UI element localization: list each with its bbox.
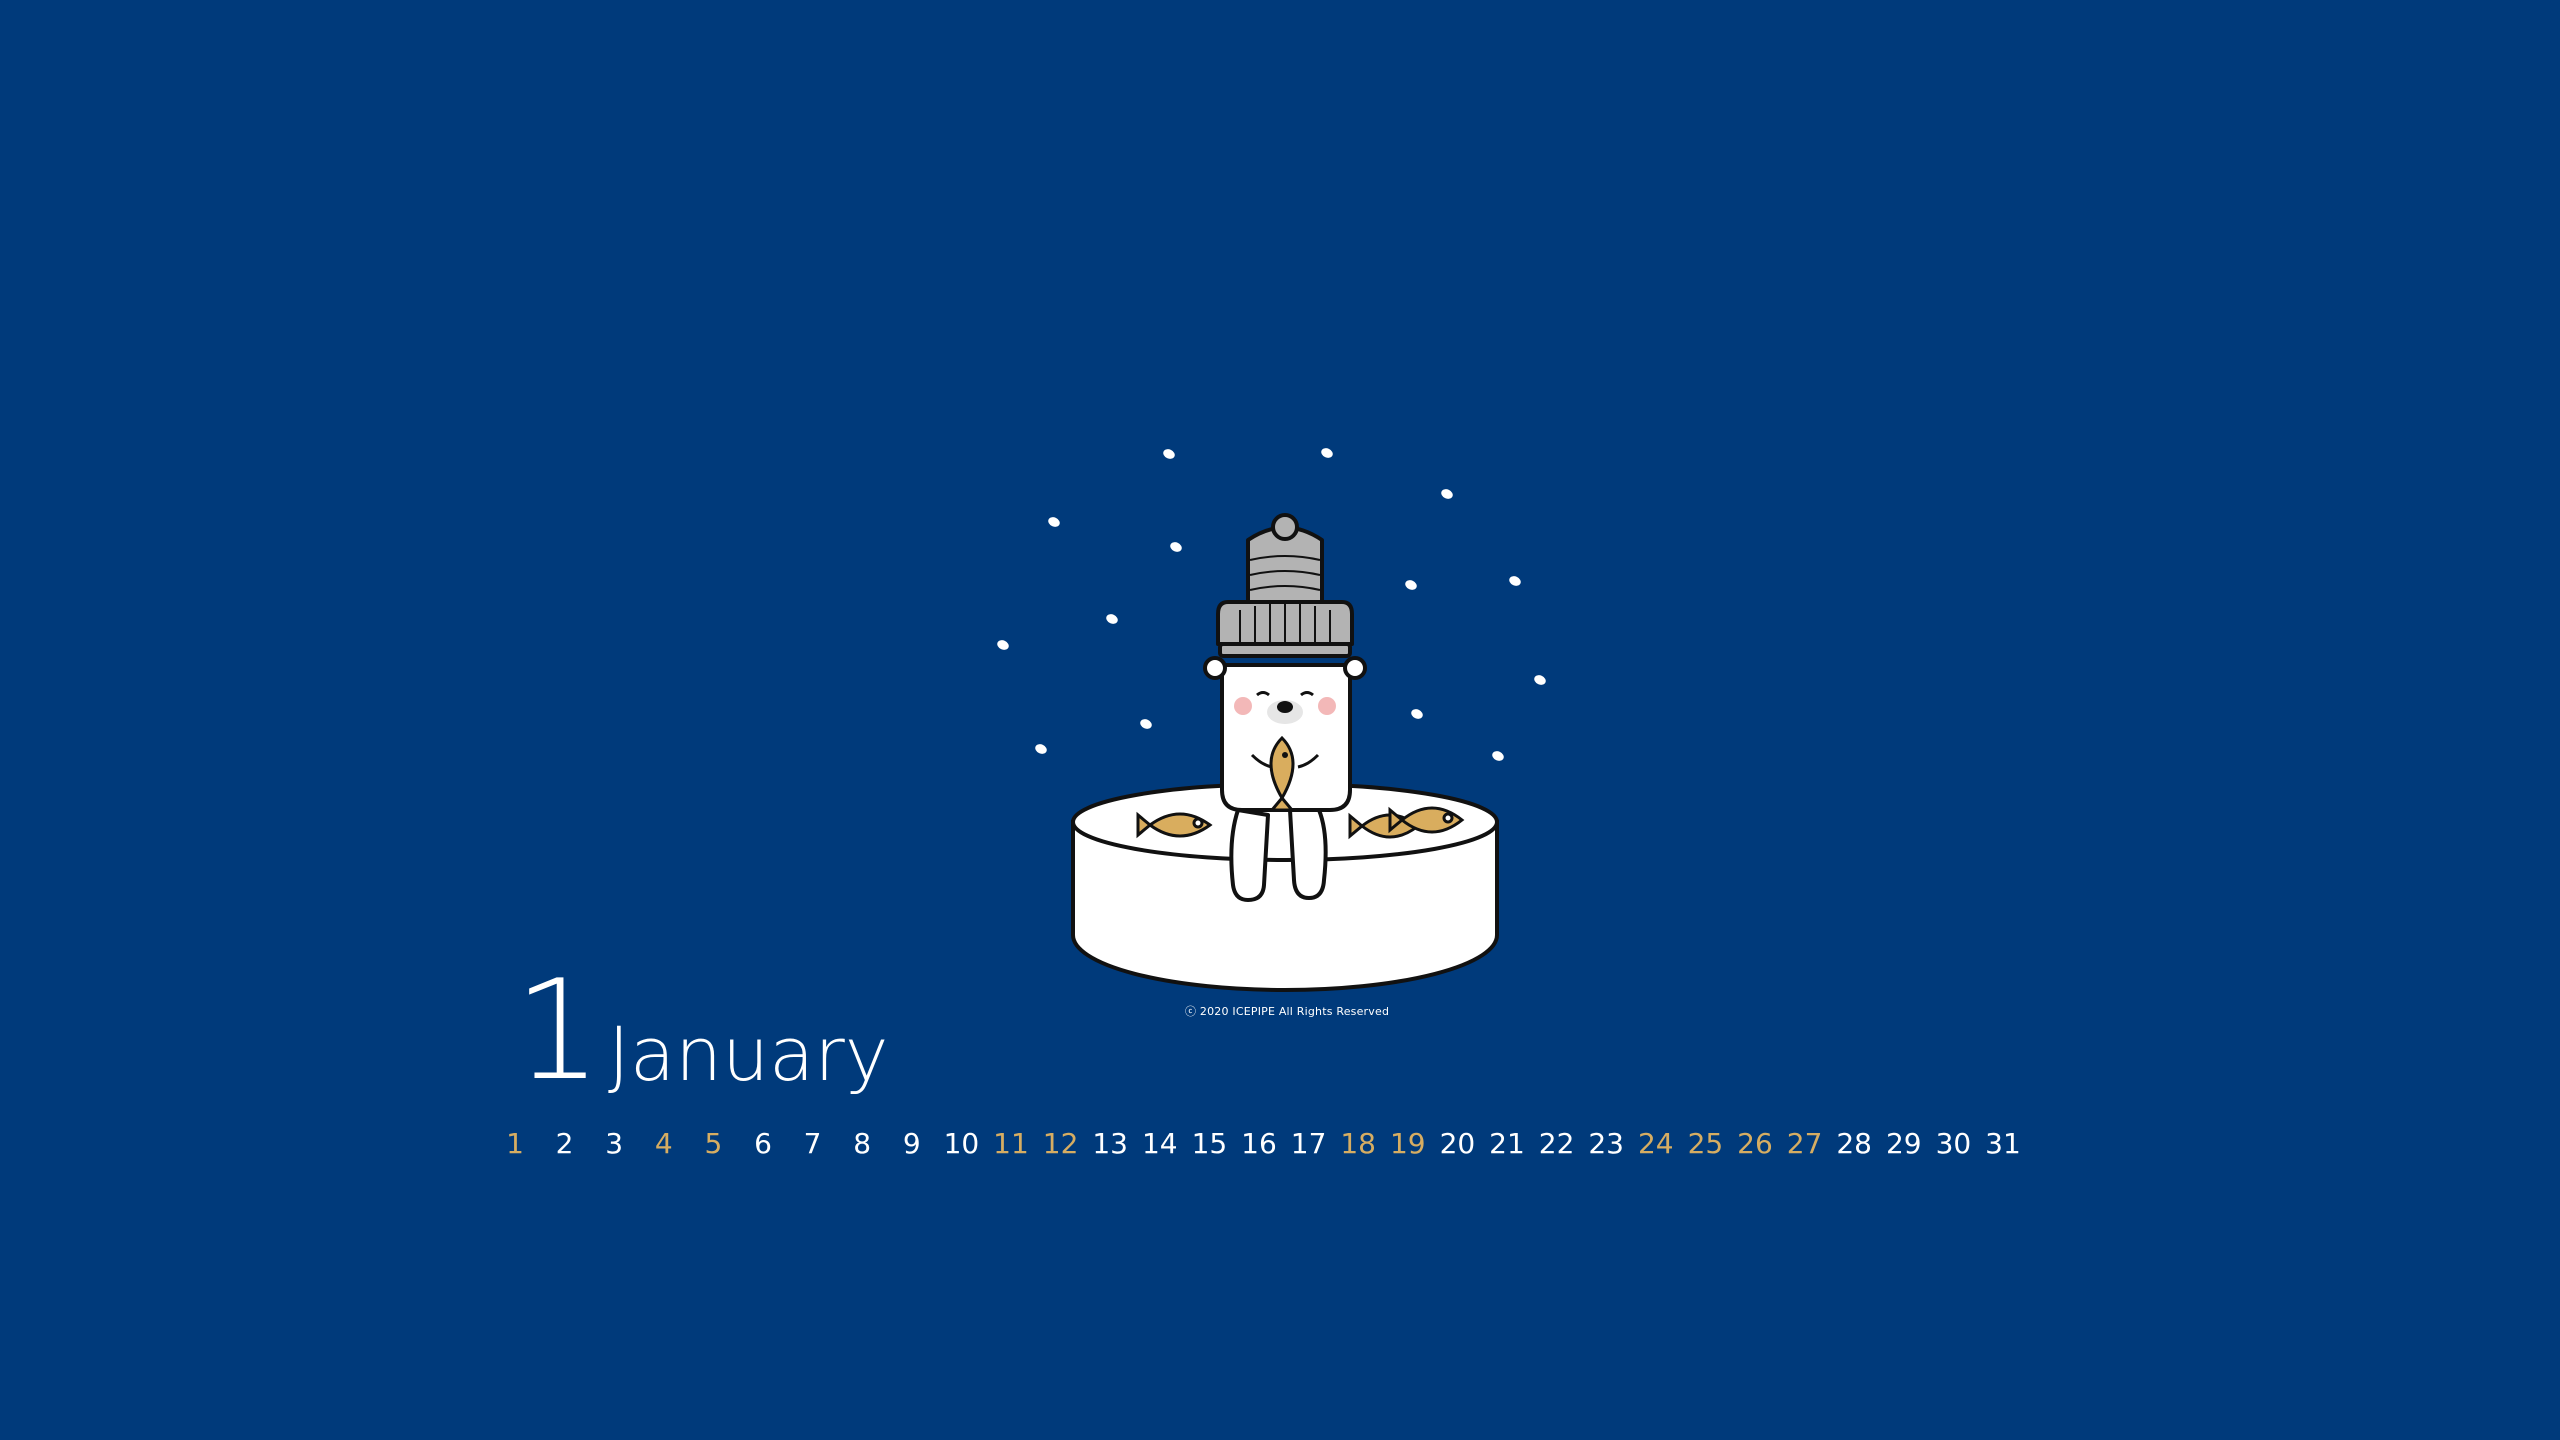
calendar-day: 13 [1092, 1127, 1128, 1160]
calendar-day: 5 [704, 1127, 723, 1160]
calendar-day: 2 [555, 1127, 574, 1160]
calendar-day: 14 [1141, 1127, 1178, 1160]
calendar-day: 27 [1786, 1127, 1823, 1160]
calendar-day: 29 [1885, 1127, 1922, 1160]
wallpaper-background: ⓒ 2020 ICEPIPE All Rights Reserved 1 Jan… [0, 0, 2560, 1440]
calendar-day: 17 [1290, 1127, 1327, 1160]
calendar-day: 8 [853, 1127, 872, 1160]
calendar-day: 19 [1389, 1127, 1426, 1160]
month-name: January [608, 1012, 889, 1098]
calendar-day: 7 [803, 1127, 822, 1160]
month-number: 1 [514, 950, 602, 1111]
calendar-day: 6 [754, 1127, 772, 1160]
copyright-text: ⓒ 2020 ICEPIPE All Rights Reserved [1185, 1005, 1390, 1018]
calendar-day: 4 [654, 1127, 673, 1160]
calendar-day: 1 [506, 1127, 524, 1160]
calendar-day: 9 [902, 1127, 921, 1160]
calendar-day: 18 [1340, 1127, 1376, 1160]
calendar-day: 20 [1439, 1127, 1476, 1160]
calendar-day: 28 [1836, 1127, 1872, 1160]
calendar-day: 3 [605, 1127, 624, 1160]
calendar-day: 25 [1687, 1127, 1724, 1160]
calendar-day: 11 [993, 1127, 1029, 1160]
calendar-day: 26 [1737, 1127, 1773, 1160]
polar-bear-illustration [997, 448, 1546, 992]
beanie-hat [1216, 513, 1354, 658]
calendar-day: 10 [943, 1127, 980, 1160]
calendar-day-strip: 1 2 3 4 5 6 7 8 9 10 11 12 13 14 15 16 17 18 19 20 21 22 23 24 2… [506, 1127, 2035, 1168]
calendar-day: 21 [1489, 1127, 1525, 1160]
calendar-day: 30 [1935, 1127, 1972, 1160]
calendar-day: 22 [1538, 1127, 1575, 1160]
calendar-day: 23 [1588, 1127, 1624, 1160]
calendar-day: 16 [1241, 1127, 1277, 1160]
calendar-day: 12 [1042, 1127, 1079, 1160]
calendar-day: 15 [1191, 1127, 1228, 1160]
calendar-day: 31 [1985, 1127, 2021, 1160]
calendar-day: 24 [1637, 1127, 1674, 1160]
